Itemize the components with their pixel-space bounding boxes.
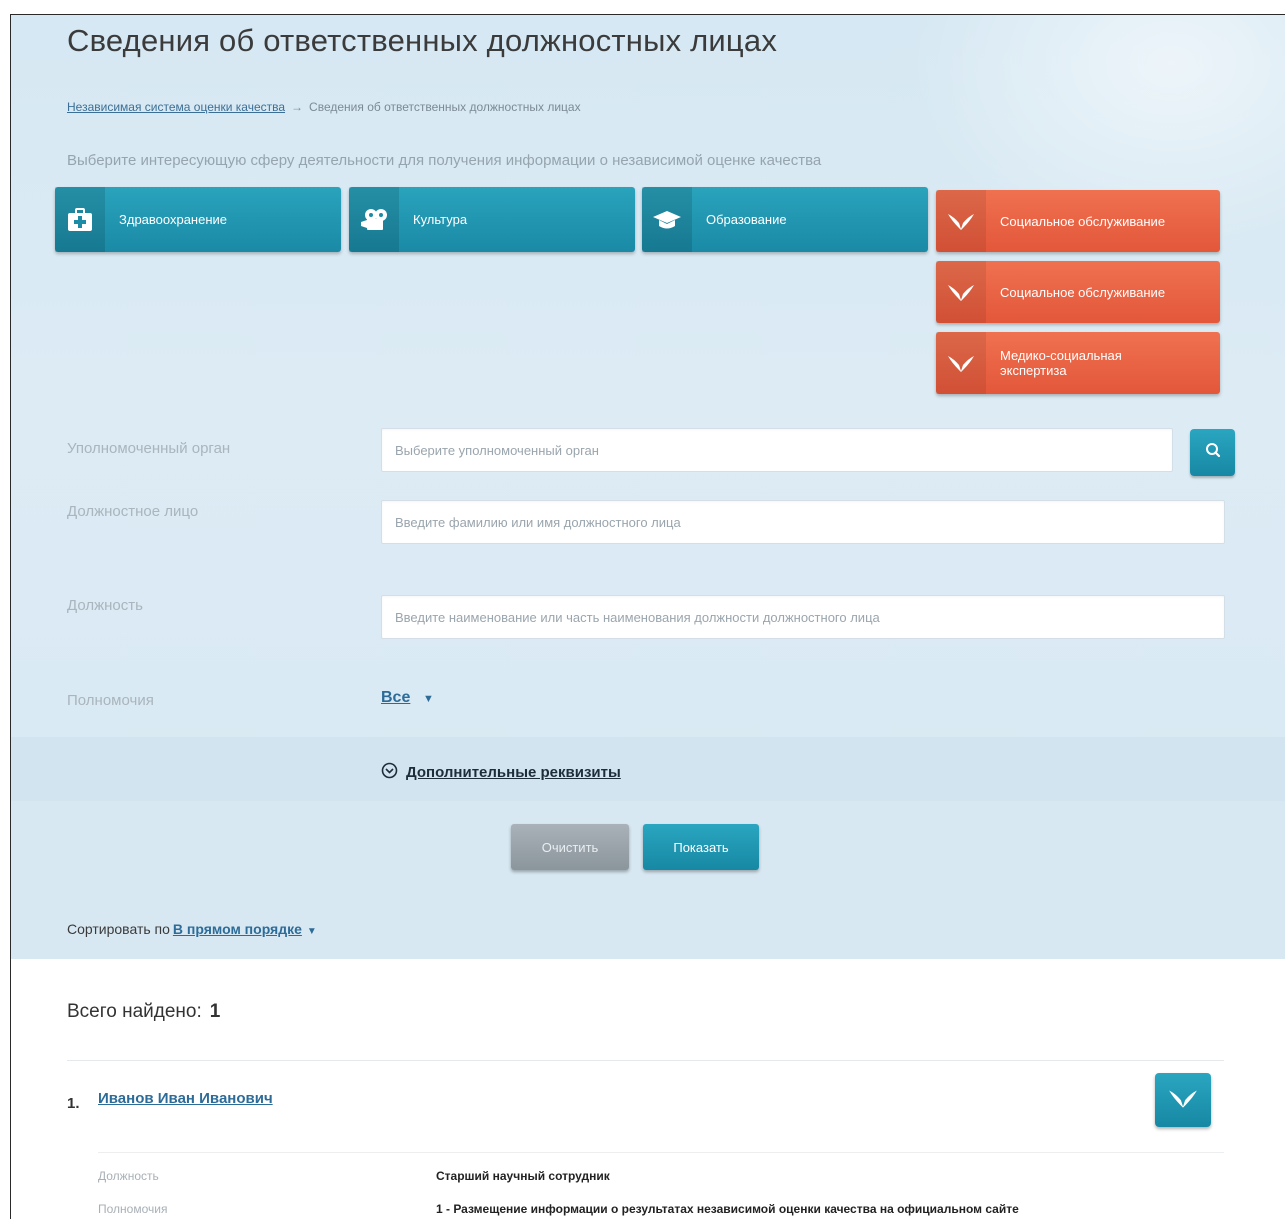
sphere-culture-tile[interactable]: Культура (349, 187, 635, 252)
sphere-social-service-label-2: Социальное обслуживание (1000, 284, 1166, 300)
authority-search-button[interactable] (1190, 429, 1235, 476)
breadcrumb-link-nok[interactable]: Независимая система оценки качества (67, 100, 285, 114)
sphere-social-service-tile-1[interactable]: Социальное обслуживание (936, 190, 1220, 252)
sort-control: Сортировать по В прямом порядке ▼ (67, 921, 317, 937)
clear-button[interactable]: Очистить (511, 824, 629, 870)
powers-label: Полномочия (67, 692, 154, 709)
result-powers-value: 1 - Размещение информации о результатах … (436, 1202, 1019, 1216)
authority-input[interactable]: Выберите уполномоченный орган (381, 428, 1173, 472)
sphere-education-tile[interactable]: Образование (642, 187, 928, 252)
sort-label: Сортировать по (67, 921, 170, 937)
hands-icon (936, 261, 986, 323)
hands-icon (1167, 1087, 1199, 1114)
result-sphere-badge[interactable] (1155, 1073, 1211, 1127)
theater-icon (349, 187, 399, 252)
official-input[interactable]: Введите фамилию или имя должностного лиц… (381, 500, 1225, 544)
sphere-hint: Выберите интересующую сферу деятельности… (67, 152, 822, 169)
breadcrumb-current: Сведения об ответственных должностных ли… (309, 100, 581, 114)
sphere-culture-label: Культура (413, 212, 468, 227)
page-frame: Сведения об ответственных должностных ли… (10, 14, 1285, 1219)
sphere-education-label: Образование (706, 212, 787, 227)
collapse-circle-icon (381, 762, 398, 783)
search-icon (1205, 442, 1221, 463)
position-input[interactable]: Введите наименование или часть наименова… (381, 595, 1225, 639)
breadcrumb: Независимая система оценки качества → Свед… (67, 100, 581, 114)
results-count-value: 1 (209, 1001, 221, 1022)
position-label: Должность (67, 597, 143, 614)
result-position-label: Должность (98, 1169, 159, 1183)
show-button[interactable]: Показать (643, 824, 759, 870)
result-powers-label: Полномочия (98, 1202, 168, 1216)
divider (67, 1060, 1224, 1061)
hands-icon (936, 190, 986, 252)
result-name-link[interactable]: Иванов Иван Иванович (98, 1090, 273, 1107)
sphere-medical-expertise-label: Медико-социальная экспертиза (1000, 348, 1122, 378)
medical-kit-icon (55, 187, 105, 252)
authority-label: Уполномоченный орган (67, 440, 231, 457)
graduation-cap-icon (642, 187, 692, 252)
breadcrumb-separator: → (291, 100, 304, 114)
extra-fields-label: Дополнительные реквизиты (406, 764, 621, 781)
extra-fields-toggle[interactable]: Дополнительные реквизиты (381, 762, 621, 783)
results-count: Всего найдено: 1 (67, 1001, 220, 1023)
sphere-healthcare-label: Здравоохранение (119, 212, 228, 227)
sphere-social-service-tile-2[interactable]: Социальное обслуживание (936, 261, 1220, 323)
chevron-down-icon[interactable]: ▼ (307, 926, 317, 937)
page-title: Сведения об ответственных должностных ли… (67, 23, 778, 58)
sort-select[interactable]: В прямом порядке (173, 921, 302, 937)
result-position-value: Старший научный сотрудник (436, 1169, 610, 1183)
sphere-social-service-label-1: Социальное обслуживание (1000, 213, 1166, 229)
hands-icon (936, 332, 986, 394)
sphere-healthcare-tile[interactable]: Здравоохранение (55, 187, 341, 252)
sphere-medical-expertise-tile[interactable]: Медико-социальная экспертиза (936, 332, 1220, 394)
divider (98, 1152, 1224, 1153)
chevron-down-icon[interactable]: ▼ (423, 693, 434, 705)
powers-select[interactable]: Все (381, 689, 410, 707)
extra-fields-band (11, 737, 1285, 801)
result-number: 1. (67, 1095, 80, 1112)
official-label: Должностное лицо (67, 503, 199, 520)
results-count-label: Всего найдено: (67, 1001, 202, 1022)
